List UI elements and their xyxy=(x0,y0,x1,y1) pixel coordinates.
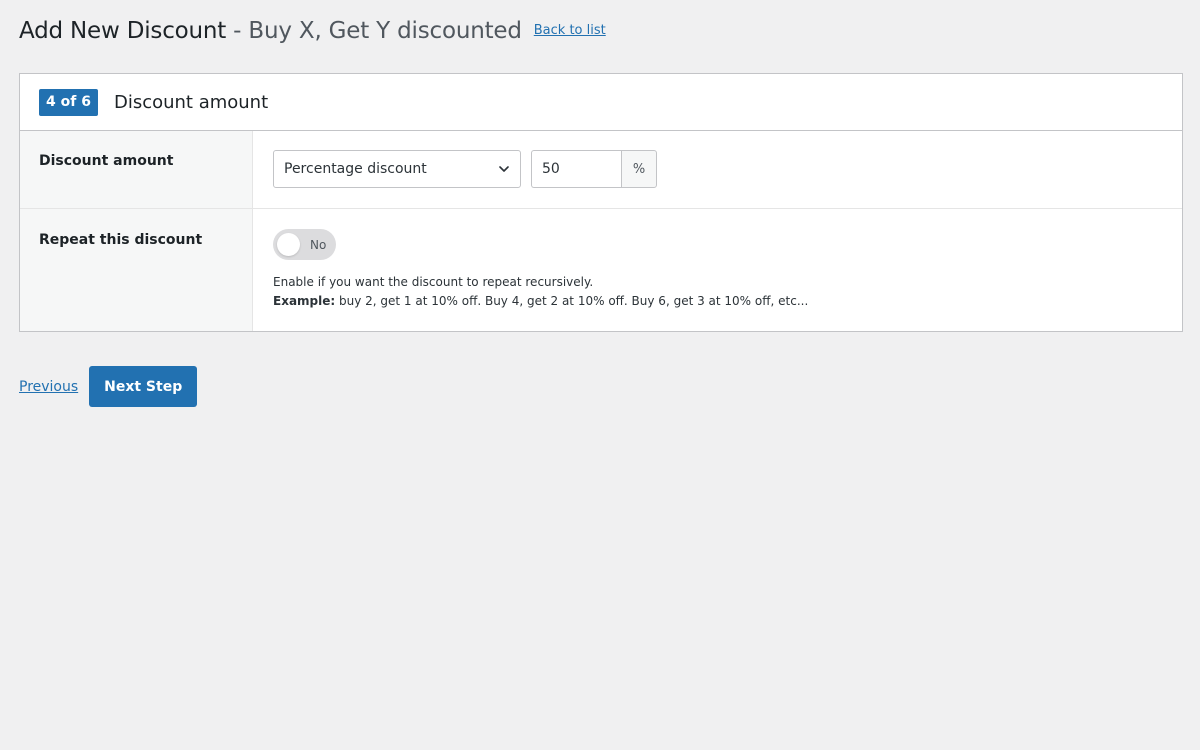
page-subtitle: Buy X, Get Y discounted xyxy=(248,18,522,44)
discount-amount-input[interactable] xyxy=(531,150,621,188)
toggle-state-label: No xyxy=(310,237,327,252)
page-header: Add New Discount - Buy X, Get Y discount… xyxy=(19,18,606,44)
discount-amount-controls: Percentage discount % xyxy=(253,131,1182,208)
back-to-list-link[interactable]: Back to list xyxy=(534,23,606,38)
panel-title: Discount amount xyxy=(113,91,269,113)
discount-amount-panel: 4 of 6 Discount amount Discount amount P… xyxy=(19,73,1183,332)
title-separator: - xyxy=(233,18,242,44)
example-label: Example: xyxy=(273,294,336,308)
discount-type-value: Percentage discount xyxy=(284,161,427,177)
help-line: Enable if you want the discount to repea… xyxy=(273,275,594,289)
panel-header: 4 of 6 Discount amount xyxy=(20,74,1182,131)
chevron-down-icon xyxy=(499,166,509,172)
discount-amount-label: Discount amount xyxy=(20,131,253,208)
discount-amount-row: Discount amount Percentage discount % xyxy=(20,131,1182,209)
toggle-knob xyxy=(277,233,300,256)
repeat-discount-row: Repeat this discount No Enable if you wa… xyxy=(20,209,1182,331)
repeat-discount-toggle[interactable]: No xyxy=(273,229,336,260)
step-badge: 4 of 6 xyxy=(39,88,98,116)
repeat-discount-label: Repeat this discount xyxy=(20,209,253,331)
example-text: buy 2, get 1 at 10% off. Buy 4, get 2 at… xyxy=(335,294,809,308)
discount-type-select[interactable]: Percentage discount xyxy=(273,150,521,188)
controls: Percentage discount % xyxy=(273,150,1182,188)
amount-input-group: % xyxy=(531,150,657,188)
step-navigation: Previous Next Step xyxy=(19,366,198,407)
next-step-button[interactable]: Next Step xyxy=(89,366,198,407)
previous-link[interactable]: Previous xyxy=(19,379,78,395)
page-title: Add New Discount xyxy=(19,18,227,44)
example-line: Example: buy 2, get 1 at 10% off. Buy 4,… xyxy=(273,292,1182,311)
percent-unit-addon: % xyxy=(621,150,657,188)
repeat-help-text: Enable if you want the discount to repea… xyxy=(273,273,1182,311)
repeat-discount-controls: No Enable if you want the discount to re… xyxy=(253,209,1182,331)
